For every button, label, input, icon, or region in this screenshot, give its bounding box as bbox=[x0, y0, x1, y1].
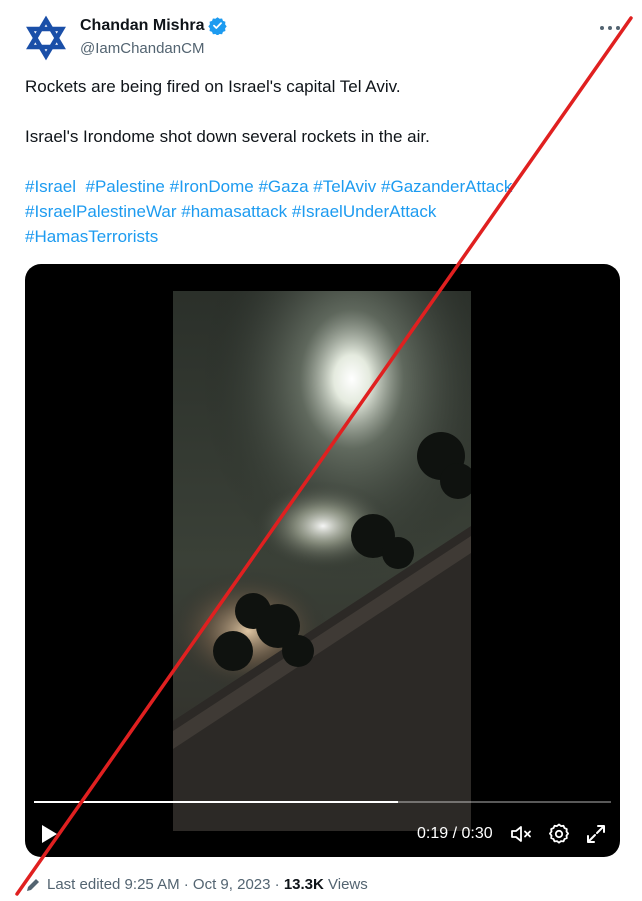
play-icon[interactable] bbox=[40, 824, 58, 844]
hashtag-link[interactable]: #GazanderAttack bbox=[381, 177, 512, 196]
progress-fill bbox=[34, 801, 398, 803]
views-count: 13.3K bbox=[283, 876, 324, 893]
tweet-line: Rockets are being fired on Israel's capi… bbox=[25, 77, 401, 96]
more-options-icon[interactable] bbox=[598, 22, 622, 34]
mute-icon[interactable] bbox=[509, 822, 533, 846]
hashtag-link[interactable]: #hamasattack bbox=[181, 202, 287, 221]
hashtag-link[interactable]: #IsraelPalestineWar bbox=[25, 202, 177, 221]
tweet-line: Israel's Irondome shot down several rock… bbox=[25, 127, 430, 146]
author-handle[interactable]: @IamChandanCM bbox=[80, 40, 227, 57]
star-of-david-icon bbox=[26, 15, 66, 61]
video-still-image bbox=[173, 291, 471, 831]
hashtag-link[interactable]: #Israel bbox=[25, 177, 76, 196]
views-label: Views bbox=[323, 876, 368, 893]
author-block: Chandan Mishra @IamChandanCM bbox=[80, 16, 228, 57]
edited-timestamp[interactable]: Last edited 9:25 AM · Oct 9, 2023 · bbox=[47, 876, 284, 893]
hashtag-link[interactable]: #TelAviv bbox=[313, 177, 376, 196]
author-name[interactable]: Chandan Mishra bbox=[80, 17, 204, 35]
avatar[interactable] bbox=[22, 14, 70, 62]
hashtag-list: #Israel #Palestine #IronDome #Gaza #TelA… bbox=[25, 174, 625, 249]
verified-badge-icon bbox=[208, 17, 228, 35]
tweet-meta: Last edited 9:25 AM · Oct 9, 2023 · 13.3… bbox=[25, 876, 368, 893]
hashtag-link[interactable]: #Gaza bbox=[258, 177, 308, 196]
hashtag-link[interactable]: #IronDome bbox=[170, 177, 254, 196]
progress-bar[interactable] bbox=[34, 801, 611, 803]
hashtag-link[interactable]: #HamasTerrorists bbox=[25, 227, 158, 246]
video-time: 0:19 / 0:30 bbox=[417, 825, 493, 842]
edit-pencil-icon bbox=[27, 878, 39, 891]
video-frame[interactable] bbox=[173, 291, 471, 831]
settings-gear-icon[interactable] bbox=[547, 822, 571, 846]
fullscreen-icon[interactable] bbox=[584, 822, 608, 846]
video-player[interactable]: 0:19 / 0:30 bbox=[25, 264, 620, 857]
hashtag-link[interactable]: #IsraelUnderAttack bbox=[292, 202, 437, 221]
hashtag-link[interactable]: #Palestine bbox=[85, 177, 164, 196]
tweet-text: Rockets are being fired on Israel's capi… bbox=[25, 74, 625, 249]
